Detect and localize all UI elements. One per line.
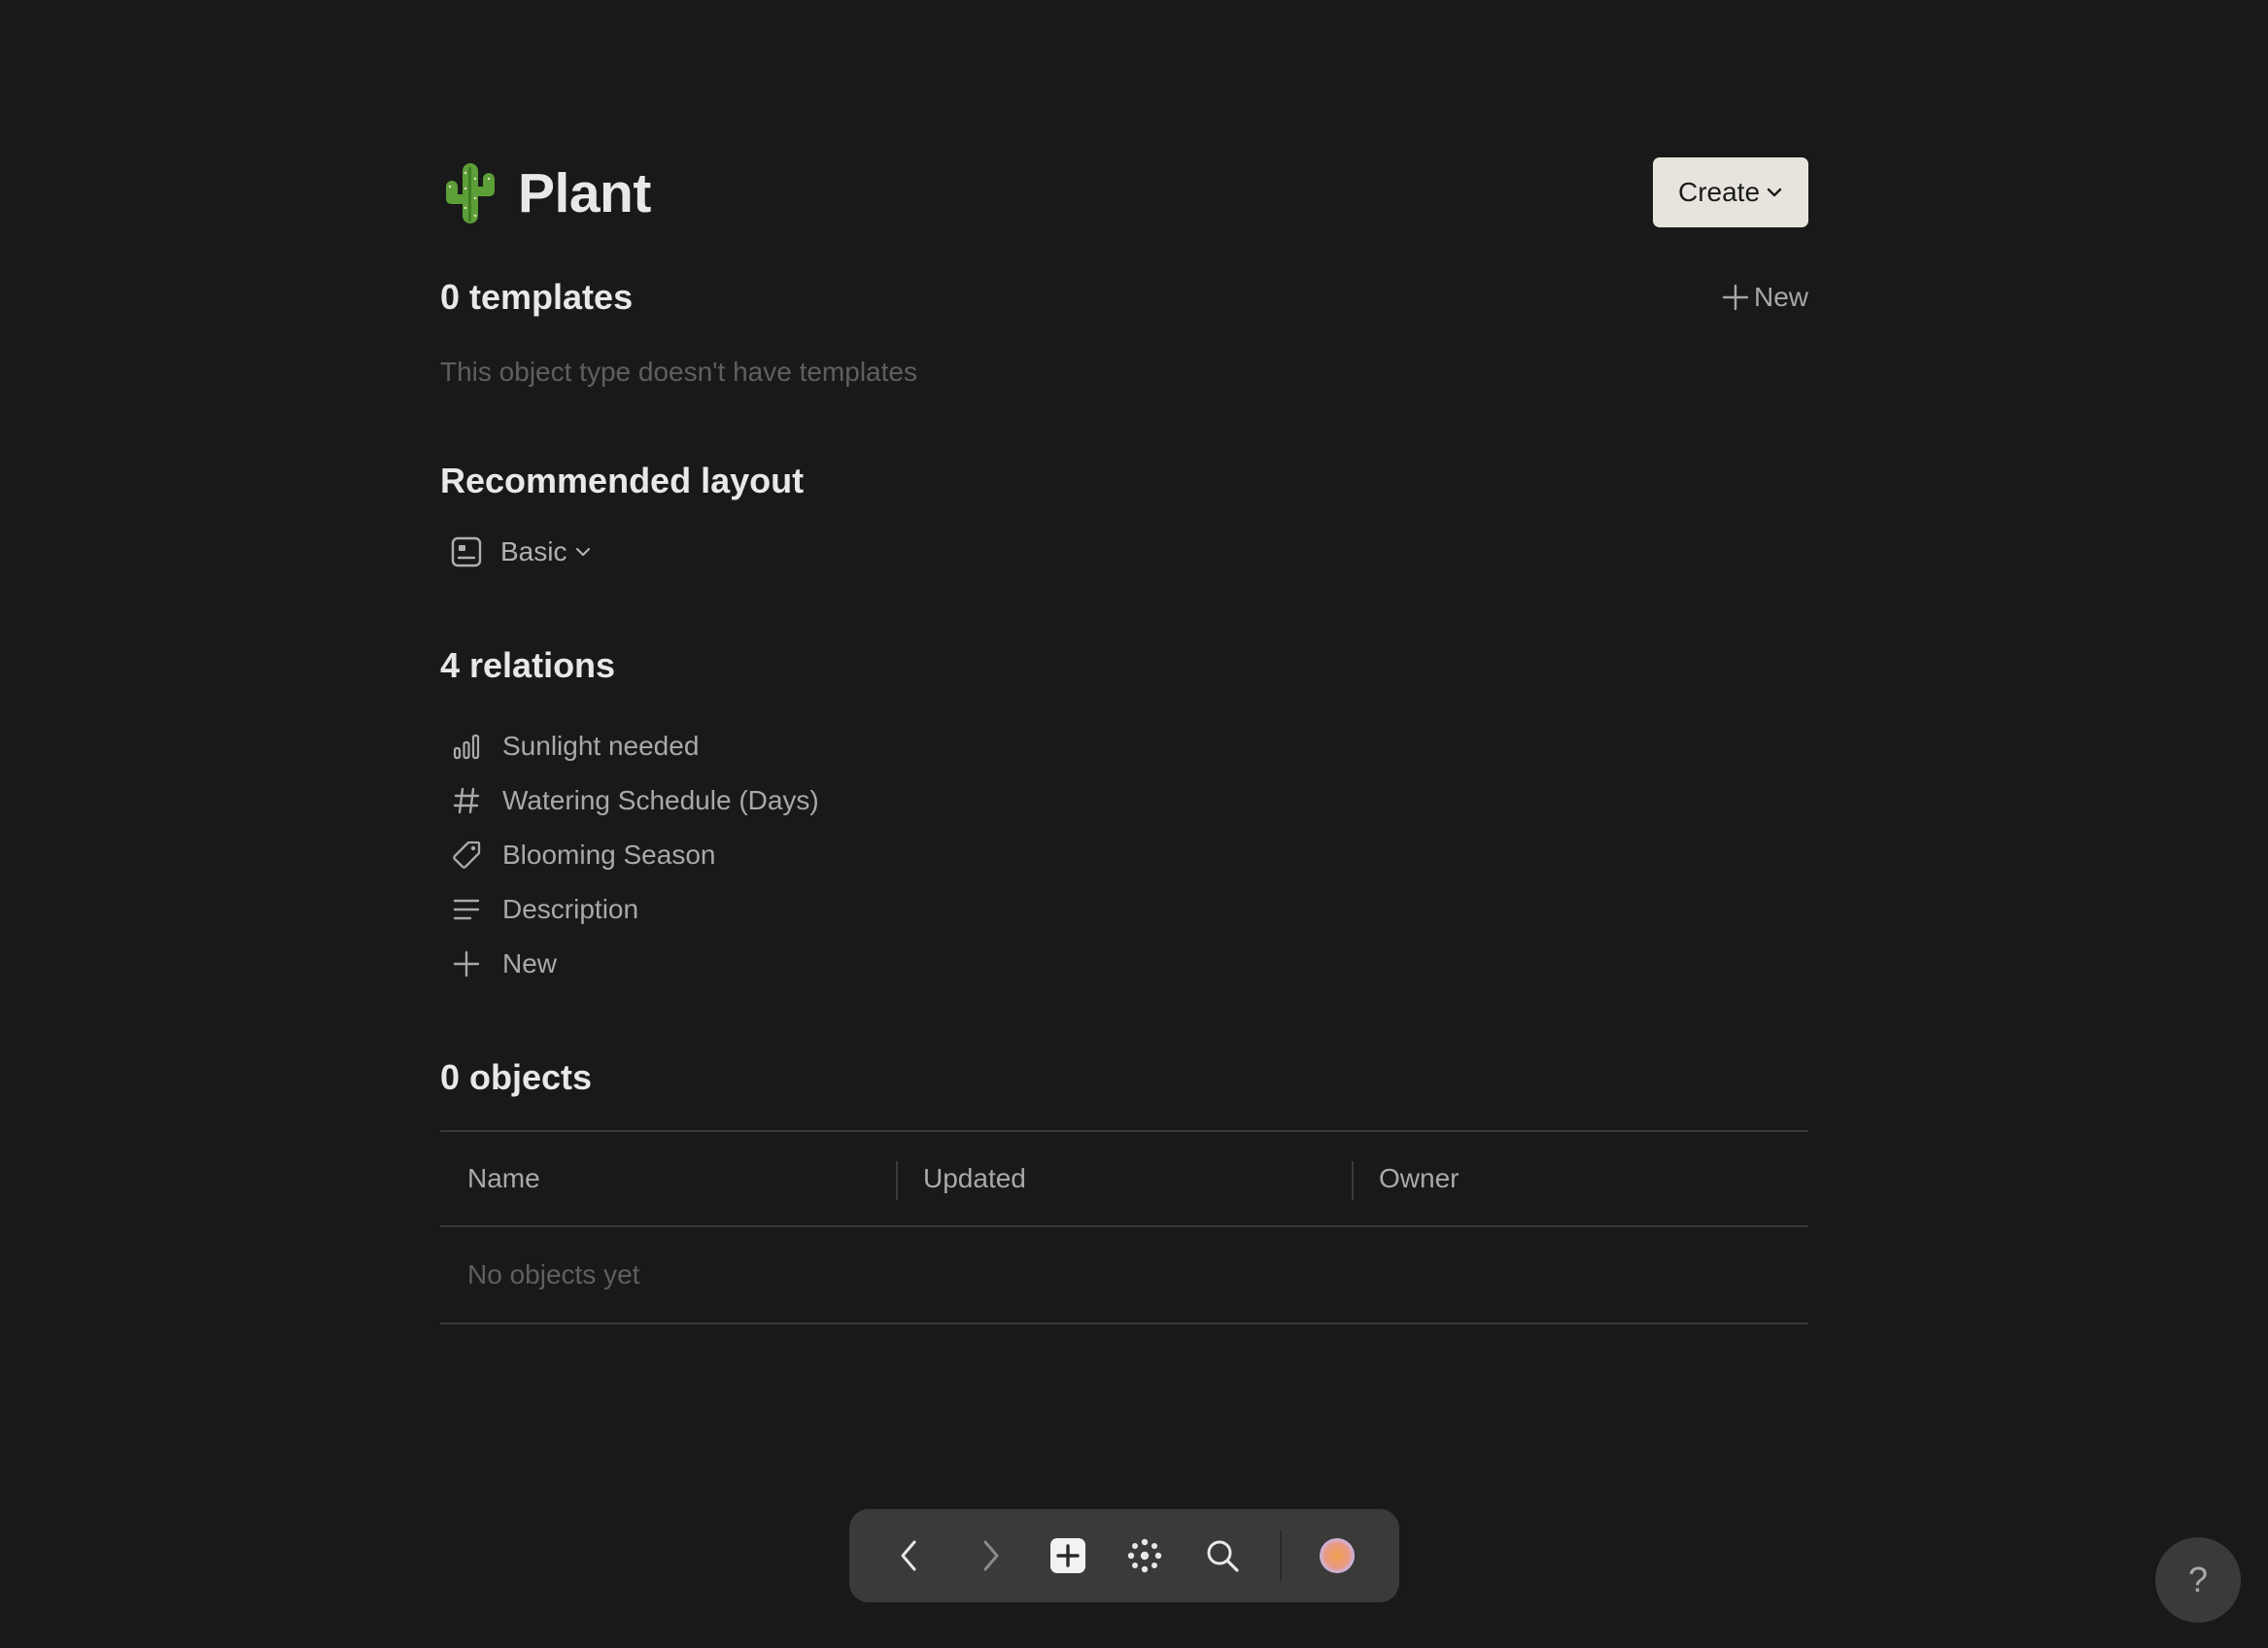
relation-label: Sunlight needed xyxy=(502,731,700,761)
chevron-down-icon xyxy=(576,547,591,557)
layout-select[interactable]: Basic xyxy=(450,535,592,568)
navbar-divider xyxy=(1280,1530,1282,1581)
help-button[interactable]: ? xyxy=(2155,1537,2241,1623)
column-updated[interactable]: Updated xyxy=(896,1132,1352,1225)
relation-label: Blooming Season xyxy=(502,840,716,870)
table-empty-text: No objects yet xyxy=(440,1227,1808,1324)
relation-watering-schedule[interactable]: Watering Schedule (Days) xyxy=(450,773,819,828)
create-button[interactable]: Create xyxy=(1653,157,1808,227)
relation-sunlight-needed[interactable]: Sunlight needed xyxy=(450,719,819,773)
profile-button[interactable] xyxy=(1308,1527,1366,1585)
templates-empty-text: This object type doesn't have templates xyxy=(440,357,917,387)
plus-icon xyxy=(450,947,483,980)
relations-list: Sunlight needed Watering Schedule (Days)… xyxy=(450,719,819,991)
relation-label: Watering Schedule (Days) xyxy=(502,785,819,815)
column-name[interactable]: Name xyxy=(440,1132,896,1225)
plus-icon xyxy=(1722,284,1749,311)
new-template-label: New xyxy=(1753,282,1808,312)
cactus-icon[interactable] xyxy=(440,159,500,227)
graph-icon xyxy=(1127,1538,1162,1573)
objects-heading: 0 objects xyxy=(440,1057,593,1097)
text-lines-icon xyxy=(450,893,483,926)
templates-heading: 0 templates xyxy=(440,277,634,317)
add-object-button[interactable] xyxy=(1039,1527,1097,1585)
hash-icon xyxy=(450,784,483,817)
profile-icon xyxy=(1320,1538,1355,1573)
bottom-navbar xyxy=(849,1509,1399,1602)
table-header: Name Updated Owner xyxy=(440,1130,1808,1227)
title-wrap: Plant xyxy=(440,159,651,227)
page-header: Plant Create xyxy=(440,155,1808,228)
page-title: Plant xyxy=(518,162,651,224)
relations-heading: 4 relations xyxy=(440,645,616,685)
objects-table: Name Updated Owner No objects yet xyxy=(440,1130,1808,1324)
basic-layout-icon xyxy=(451,536,482,567)
back-button[interactable] xyxy=(880,1527,939,1585)
help-label: ? xyxy=(2187,1560,2209,1599)
back-icon xyxy=(901,1540,916,1571)
relation-blooming-season[interactable]: Blooming Season xyxy=(450,828,819,882)
bar-chart-icon xyxy=(450,730,483,763)
plus-square-icon xyxy=(1050,1538,1085,1573)
create-button-label: Create xyxy=(1677,177,1761,207)
search-button[interactable] xyxy=(1193,1527,1252,1585)
relation-label: Description xyxy=(502,894,639,924)
search-icon xyxy=(1207,1540,1239,1572)
forward-button[interactable] xyxy=(961,1527,1019,1585)
graph-button[interactable] xyxy=(1116,1527,1174,1585)
new-relation-label: New xyxy=(502,948,558,978)
new-template-button[interactable]: New xyxy=(1721,282,1808,313)
relation-description[interactable]: Description xyxy=(450,882,819,937)
forward-icon xyxy=(983,1540,999,1571)
column-owner[interactable]: Owner xyxy=(1352,1132,1807,1225)
layout-heading: Recommended layout xyxy=(440,461,805,500)
layout-selected-label: Basic xyxy=(500,536,567,566)
chevron-down-icon xyxy=(1767,188,1782,197)
new-relation-button[interactable]: New xyxy=(450,937,819,991)
tag-icon xyxy=(450,839,483,872)
